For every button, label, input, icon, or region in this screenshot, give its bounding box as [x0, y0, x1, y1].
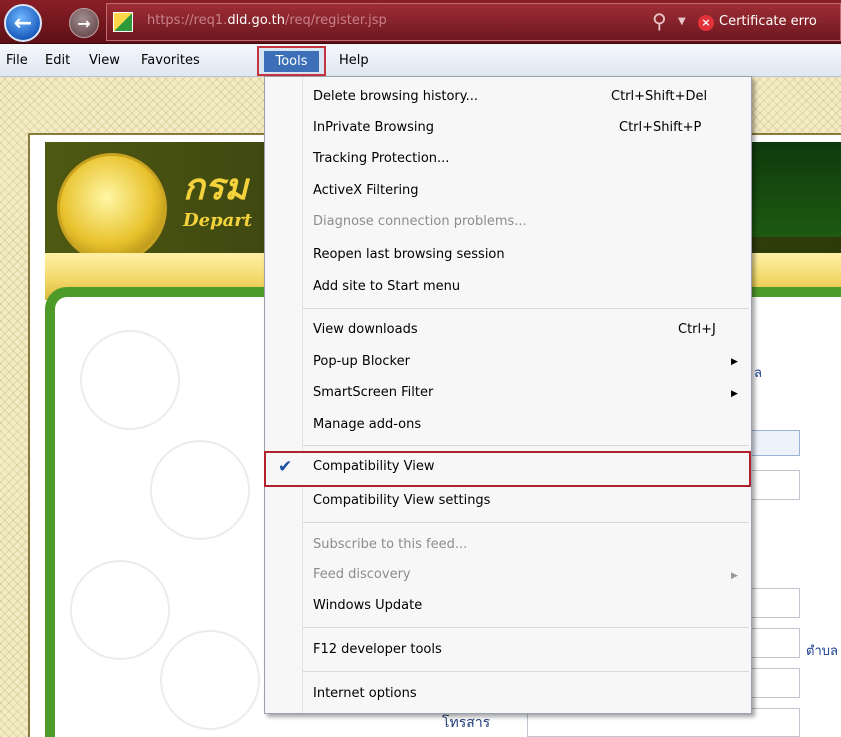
menu-favorites[interactable]: Favorites — [141, 53, 200, 68]
site-favicon-icon — [113, 12, 133, 32]
menu-item-manage-addons[interactable]: Manage add-ons — [313, 417, 421, 432]
menu-item-compatibility-view-settings[interactable]: Compatibility View settings — [313, 493, 490, 508]
url-prefix: https://req1. — [147, 13, 228, 28]
subdistrict-label: ตำบล — [806, 644, 838, 659]
address-bar: ← → https://req1.dld.go.th/req/register.… — [0, 0, 841, 44]
watermark-seal-icon — [150, 440, 250, 540]
banner-thai-title: กรม — [183, 166, 248, 208]
banner-right-panel — [750, 142, 841, 237]
shortcut-inprivate-browsing: Ctrl+Shift+P — [619, 120, 702, 135]
submenu-arrow-icon: ▶ — [731, 571, 738, 581]
banner-english-title: Depart — [183, 210, 253, 231]
menu-item-smartscreen-filter[interactable]: SmartScreen Filter — [313, 385, 433, 400]
menu-item-internet-options[interactable]: Internet options — [313, 686, 417, 701]
menu-item-f12-developer-tools[interactable]: F12 developer tools — [313, 642, 442, 657]
menu-edit[interactable]: Edit — [45, 53, 70, 68]
watermark-seal-icon — [160, 630, 260, 730]
url-field[interactable]: https://req1.dld.go.th/req/register.jsp … — [106, 3, 841, 41]
menu-view[interactable]: View — [89, 53, 120, 68]
search-icon[interactable]: ⚲ — [652, 9, 667, 33]
url-host: dld.go.th — [227, 13, 286, 28]
menu-item-view-downloads[interactable]: View downloads — [313, 322, 418, 337]
tools-dropdown-menu: Delete browsing history... Ctrl+Shift+De… — [264, 76, 752, 714]
watermark-seal-icon — [80, 330, 180, 430]
submenu-arrow-icon: ▶ — [731, 389, 738, 399]
url-text: https://req1.dld.go.th/req/register.jsp — [147, 13, 387, 28]
menu-tools-callout: Tools — [257, 46, 326, 76]
url-path: /req/register.jsp — [285, 13, 387, 28]
menu-item-reopen-last-session[interactable]: Reopen last browsing session — [313, 247, 505, 262]
side-label: ล — [754, 366, 762, 381]
menu-bar: File Edit View Favorites Tools Help — [0, 44, 841, 77]
menu-item-activex-filtering[interactable]: ActiveX Filtering — [313, 183, 419, 198]
certificate-error-icon[interactable]: × — [698, 15, 714, 31]
menu-separator — [303, 445, 749, 446]
watermark-seal-icon — [70, 560, 170, 660]
back-button[interactable]: ← — [4, 4, 42, 42]
menu-separator — [303, 308, 749, 309]
menu-item-delete-browsing-history[interactable]: Delete browsing history... — [313, 89, 478, 104]
menu-item-subscribe-feed: Subscribe to this feed... — [313, 537, 468, 552]
menu-separator — [303, 522, 749, 523]
back-arrow-icon: ← — [13, 10, 33, 36]
menu-item-feed-discovery: Feed discovery — [313, 567, 411, 582]
menu-file[interactable]: File — [6, 53, 28, 68]
menu-separator — [303, 627, 749, 628]
menu-tools[interactable]: Tools — [264, 51, 319, 72]
menu-help[interactable]: Help — [339, 53, 369, 68]
shortcut-view-downloads: Ctrl+J — [678, 322, 716, 337]
menu-item-compatibility-view[interactable]: Compatibility View — [313, 459, 434, 474]
chevron-down-icon[interactable]: ▼ — [678, 16, 686, 27]
department-seal-icon — [57, 153, 167, 263]
menu-item-inprivate-browsing[interactable]: InPrivate Browsing — [313, 120, 434, 135]
shortcut-delete-browsing-history: Ctrl+Shift+Del — [611, 89, 708, 104]
forward-arrow-icon: → — [77, 13, 91, 33]
fax-label: โทรสาร — [442, 715, 491, 731]
certificate-error-label[interactable]: Certificate erro — [719, 14, 817, 29]
menu-item-tracking-protection[interactable]: Tracking Protection... — [313, 151, 449, 166]
menu-item-windows-update[interactable]: Windows Update — [313, 598, 422, 613]
menu-item-add-site-start-menu[interactable]: Add site to Start menu — [313, 279, 460, 294]
menu-separator — [303, 671, 749, 672]
forward-button[interactable]: → — [69, 8, 99, 38]
submenu-arrow-icon: ▶ — [731, 357, 738, 367]
menu-item-diagnose-connection: Diagnose connection problems... — [313, 214, 527, 229]
menu-item-popup-blocker[interactable]: Pop-up Blocker — [313, 354, 410, 369]
checkmark-icon: ✔ — [278, 457, 293, 477]
